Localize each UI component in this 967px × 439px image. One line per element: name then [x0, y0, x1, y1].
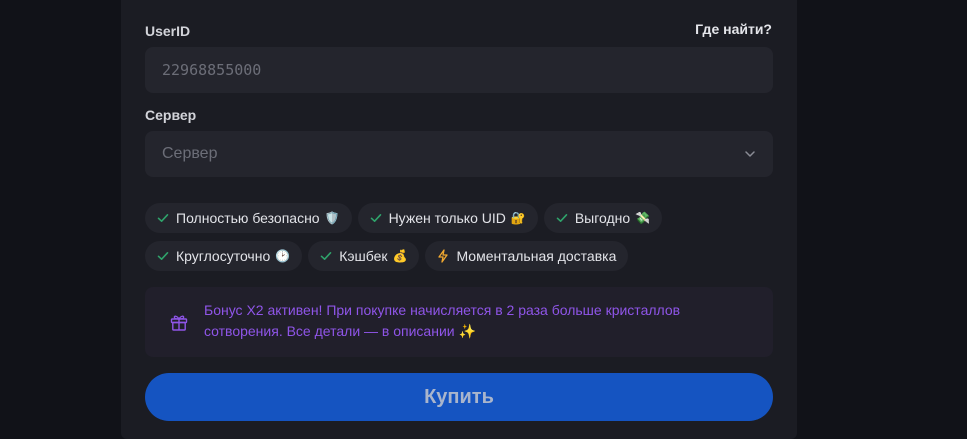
check-icon — [156, 249, 170, 263]
chevron-down-icon — [745, 151, 755, 157]
feature-chip-label: Полностью безопасно — [176, 210, 320, 226]
check-icon — [369, 211, 383, 225]
feature-chip-24-7: Круглосуточно 🕑 — [145, 241, 303, 271]
money-wings-emoji-icon: 💸 — [635, 211, 651, 225]
feature-chip-uid-only: Нужен только UID 🔐 — [357, 203, 538, 233]
feature-chip-cashback: Кэшбек 💰 — [308, 241, 420, 271]
userid-input[interactable] — [145, 47, 773, 93]
feature-chip-label: Нужен только UID — [388, 210, 506, 226]
gift-icon — [170, 315, 188, 331]
check-icon — [319, 249, 333, 263]
shield-emoji-icon: 🛡️ — [324, 211, 340, 225]
buy-button[interactable]: Купить — [145, 373, 773, 421]
check-icon — [555, 211, 569, 225]
clock-emoji-icon: 🕑 — [275, 249, 291, 263]
money-bag-emoji-icon: 💰 — [392, 249, 408, 263]
bonus-text: Бонус X2 активен! При покупке начисляетс… — [204, 302, 681, 339]
feature-chip-label: Выгодно — [574, 210, 631, 226]
bonus-banner: Бонус X2 активен! При покупке начисляетс… — [145, 287, 773, 357]
userid-label: UserID — [145, 23, 191, 39]
check-icon — [156, 211, 170, 225]
feature-chip-label: Круглосуточно — [176, 248, 271, 264]
server-select-value: Сервер — [162, 145, 218, 162]
server-select[interactable]: Сервер — [145, 131, 773, 177]
features-row-1: Полностью безопасно 🛡️ Нужен только UID … — [145, 203, 663, 233]
purchase-form-card: UserID Где найти? Сервер Сервер Полность… — [121, 0, 797, 439]
feature-chip-safe: Полностью безопасно 🛡️ — [145, 203, 352, 233]
feature-chip-profitable: Выгодно 💸 — [543, 203, 663, 233]
where-to-find-link[interactable]: Где найти? — [695, 21, 772, 37]
feature-chip-instant-delivery: Моментальная доставка — [425, 241, 629, 271]
server-label: Сервер — [145, 107, 197, 123]
lightning-icon — [436, 249, 450, 263]
userid-field[interactable] — [145, 47, 773, 93]
feature-chip-label: Кэшбек — [339, 248, 388, 264]
feature-chip-label: Моментальная доставка — [456, 248, 617, 264]
features-row-2: Круглосуточно 🕑 Кэшбек 💰 Моментальная до… — [145, 241, 629, 271]
lock-key-emoji-icon: 🔐 — [510, 211, 526, 225]
